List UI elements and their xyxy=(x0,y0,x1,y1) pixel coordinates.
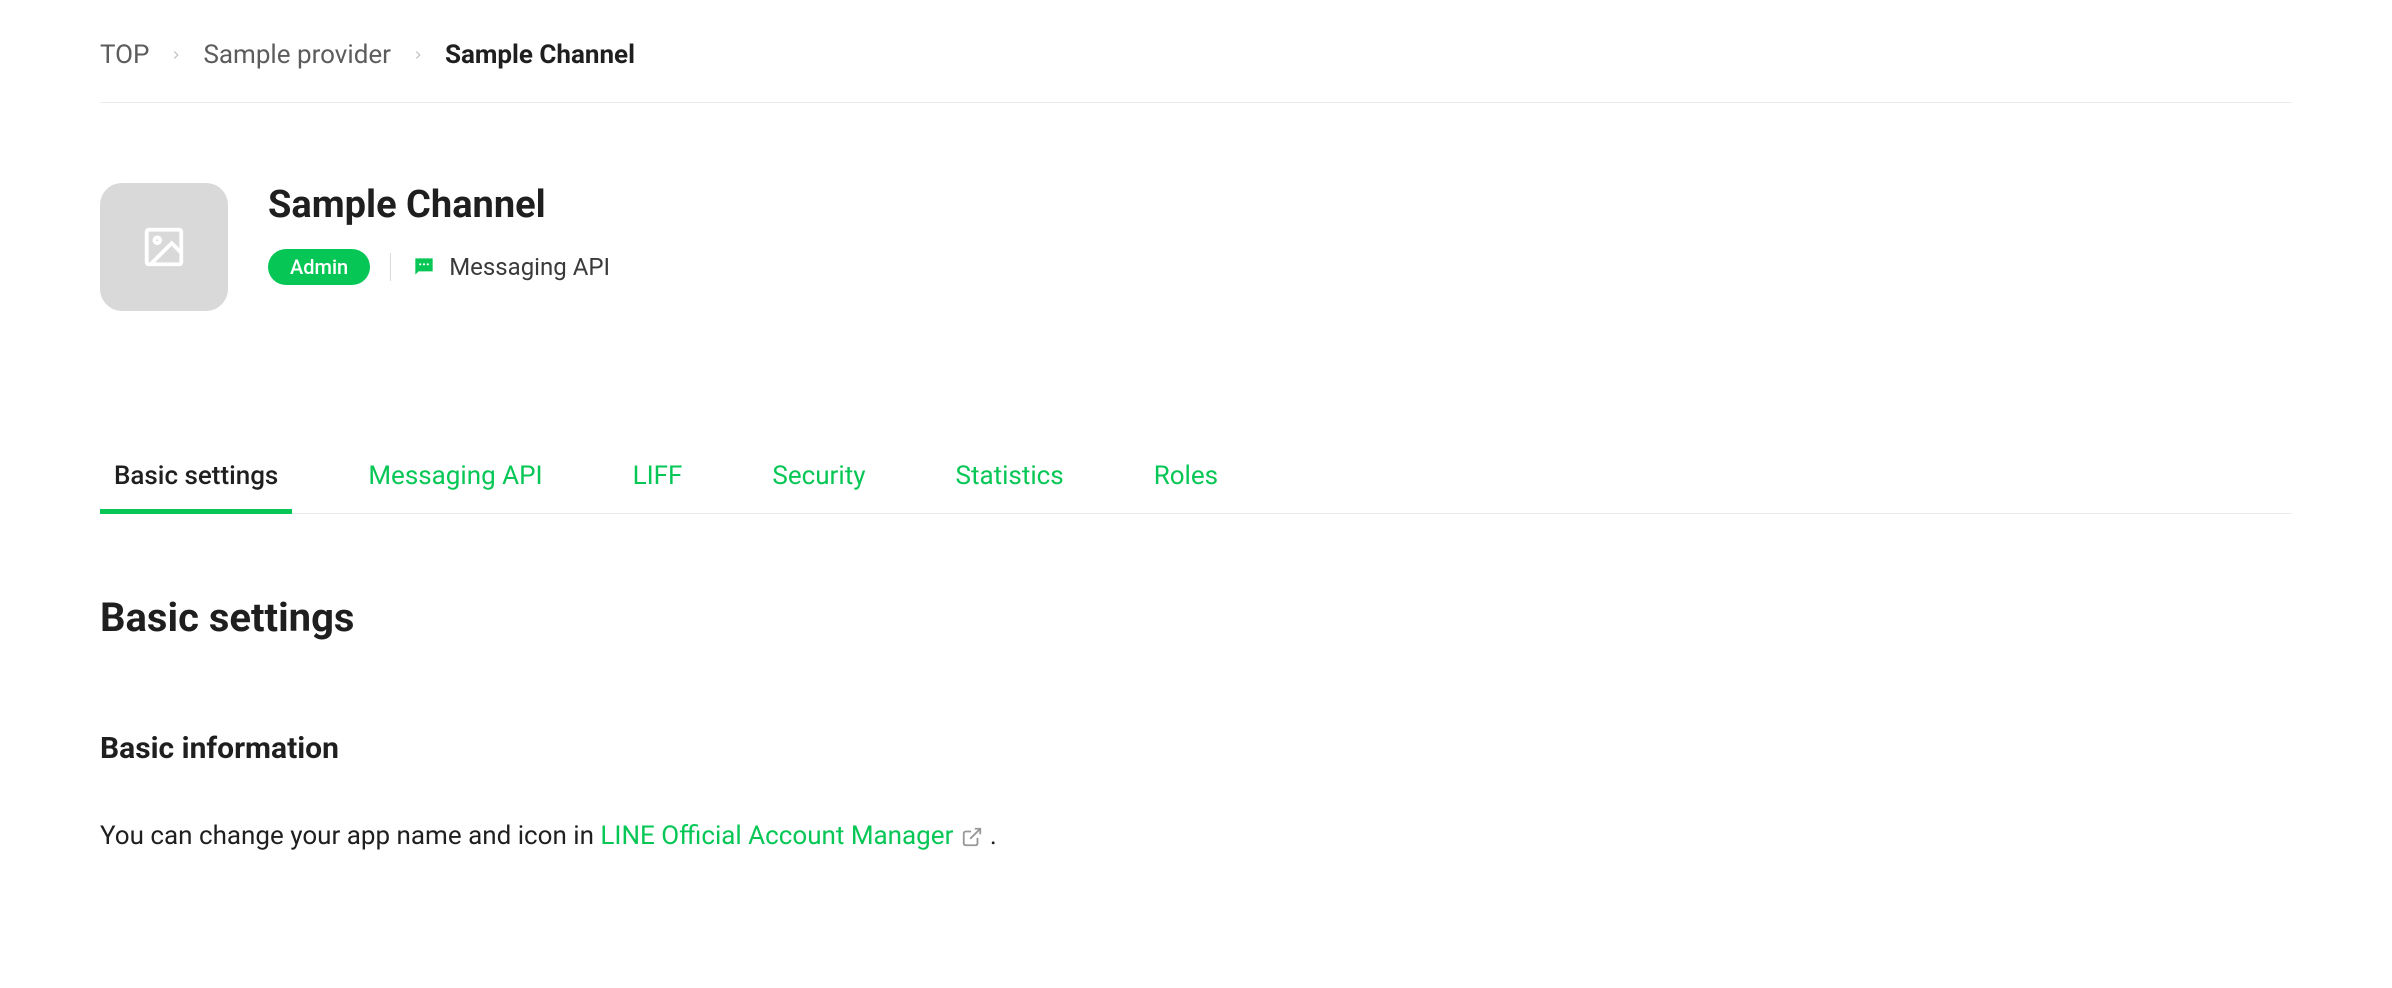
tab-basic-settings[interactable]: Basic settings xyxy=(100,461,292,513)
section-title: Basic settings xyxy=(100,594,2292,641)
tab-liff[interactable]: LIFF xyxy=(619,461,697,513)
chevron-right-icon xyxy=(169,48,183,62)
tab-security[interactable]: Security xyxy=(758,461,879,513)
official-account-manager-link[interactable]: LINE Official Account Manager xyxy=(600,816,983,858)
tab-statistics[interactable]: Statistics xyxy=(942,461,1078,513)
chat-icon xyxy=(411,254,437,280)
breadcrumb-provider[interactable]: Sample provider xyxy=(203,40,391,70)
tabs: Basic settings Messaging API LIFF Securi… xyxy=(100,461,2292,514)
breadcrumb: TOP Sample provider Sample Channel xyxy=(100,40,2292,103)
channel-icon-placeholder xyxy=(100,183,228,311)
tab-roles[interactable]: Roles xyxy=(1140,461,1232,513)
channel-type: Messaging API xyxy=(411,253,610,281)
external-link-icon xyxy=(961,826,983,848)
channel-meta: Sample Channel Admin Messaging API xyxy=(268,183,610,285)
badge-row: Admin Messaging API xyxy=(268,249,610,285)
breadcrumb-top[interactable]: TOP xyxy=(100,40,149,70)
link-label: LINE Official Account Manager xyxy=(600,816,953,858)
channel-header: Sample Channel Admin Messaging API xyxy=(100,183,2292,311)
subsection-title: Basic information xyxy=(100,731,2292,766)
info-text: You can change your app name and icon in… xyxy=(100,816,2292,858)
image-icon xyxy=(141,224,187,270)
role-badge: Admin xyxy=(268,249,370,285)
info-suffix: . xyxy=(983,821,996,851)
divider xyxy=(390,253,391,281)
breadcrumb-channel: Sample Channel xyxy=(445,40,635,70)
tab-messaging-api[interactable]: Messaging API xyxy=(354,461,556,513)
chevron-right-icon xyxy=(411,48,425,62)
channel-type-label: Messaging API xyxy=(449,253,610,281)
content: Basic settings Basic information You can… xyxy=(100,594,2292,858)
channel-title: Sample Channel xyxy=(268,183,610,227)
info-prefix: You can change your app name and icon in xyxy=(100,821,600,851)
